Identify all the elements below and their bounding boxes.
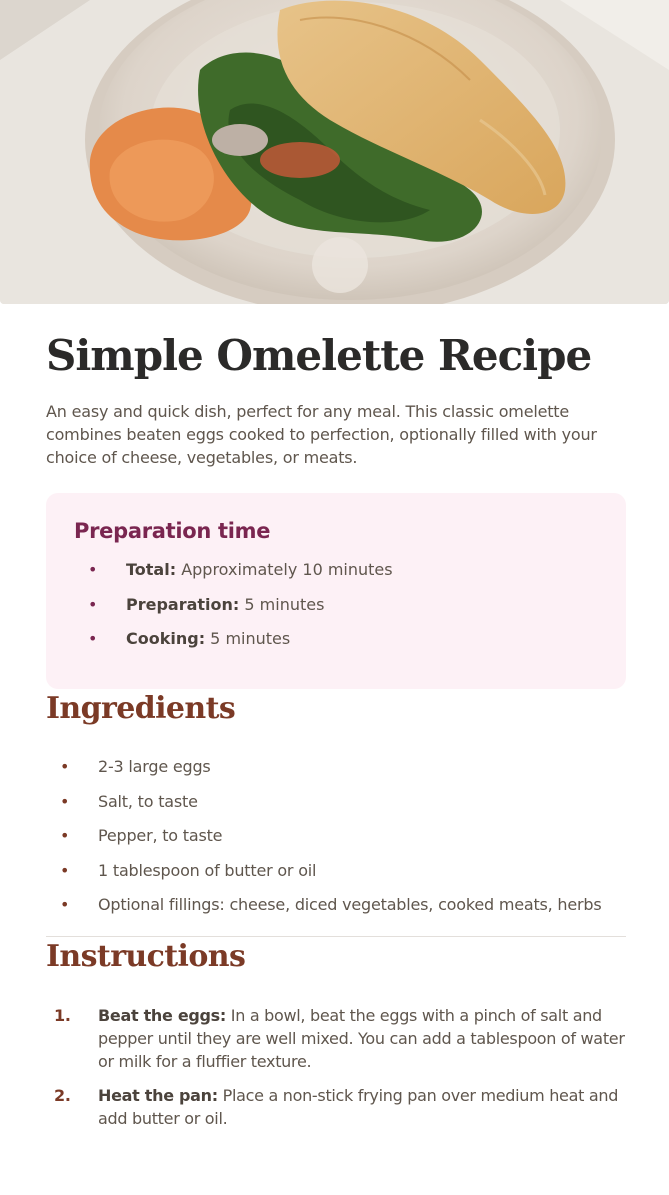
hero-image	[0, 0, 669, 304]
bullet-icon: •	[60, 895, 70, 914]
bullet-icon: •	[60, 757, 70, 776]
list-item: • Salt, to taste	[46, 791, 626, 813]
bullet-icon: •	[60, 826, 70, 845]
bullet-icon: •	[60, 791, 70, 811]
ingredients-heading: Ingredients	[46, 691, 236, 726]
list-item: 2. Heat the pan: Place a non-stick frying…	[46, 1084, 626, 1130]
ingredient-text: 1 tablespoon of butter or oil	[98, 860, 317, 880]
page-title: Simple Omelette Recipe	[46, 331, 592, 380]
ingredient-text: 2-3 large eggs	[98, 757, 211, 776]
instructions-section: Instructions 1. Beat the eggs: In a bowl,…	[46, 937, 626, 1130]
list-item: • Preparation: 5 minutes	[74, 594, 598, 616]
prep-value: 5 minutes	[239, 594, 325, 614]
bullet-icon: •	[88, 560, 98, 579]
prep-value: Approximately 10 minutes	[176, 560, 393, 579]
prep-label: Cooking:	[126, 629, 206, 648]
step-number: 2.	[54, 1086, 71, 1105]
bullet-icon: •	[60, 860, 70, 880]
list-item: • Total: Approximately 10 minutes	[74, 559, 598, 581]
step-label: Beat the eggs:	[98, 1006, 227, 1025]
list-item: • Cooking: 5 minutes	[74, 628, 598, 650]
preparation-heading: Preparation time	[74, 519, 271, 543]
list-item: • Optional fillings: cheese, diced vegeta…	[46, 894, 626, 916]
ingredients-list: • 2-3 large eggs • Salt, to taste • Pepper,…	[46, 756, 626, 916]
prep-value: 5 minutes	[205, 629, 291, 648]
list-item: • 2-3 large eggs	[46, 756, 626, 778]
instructions-list: 1. Beat the eggs: In a bowl, beat the egg…	[46, 1004, 626, 1130]
list-item: 1. Beat the eggs: In a bowl, beat the egg…	[46, 1004, 626, 1073]
bullet-icon: •	[88, 629, 98, 648]
bullet-icon: •	[88, 594, 98, 614]
omelette-photo	[0, 0, 669, 304]
instructions-heading: Instructions	[46, 939, 246, 974]
ingredient-text: Salt, to taste	[98, 791, 198, 811]
preparation-list: • Total: Approximately 10 minutes • Prepar…	[74, 559, 598, 650]
list-item: • 1 tablespoon of butter or oil	[46, 860, 626, 882]
preparation-time-box: Preparation time • Total: Approximately 1…	[46, 493, 626, 689]
prep-label: Total:	[126, 560, 177, 579]
step-number: 1.	[54, 1006, 71, 1025]
prep-label: Preparation:	[126, 594, 240, 614]
step-label: Heat the pan:	[98, 1086, 218, 1105]
ingredient-text: Pepper, to taste	[98, 826, 223, 845]
recipe-intro: An easy and quick dish, perfect for any …	[46, 402, 597, 467]
ingredient-text: Optional fillings: cheese, diced vegetab…	[98, 895, 602, 914]
ingredients-section: Ingredients • 2-3 large eggs • Salt, to ta…	[46, 689, 626, 916]
list-item: • Pepper, to taste	[46, 825, 626, 847]
